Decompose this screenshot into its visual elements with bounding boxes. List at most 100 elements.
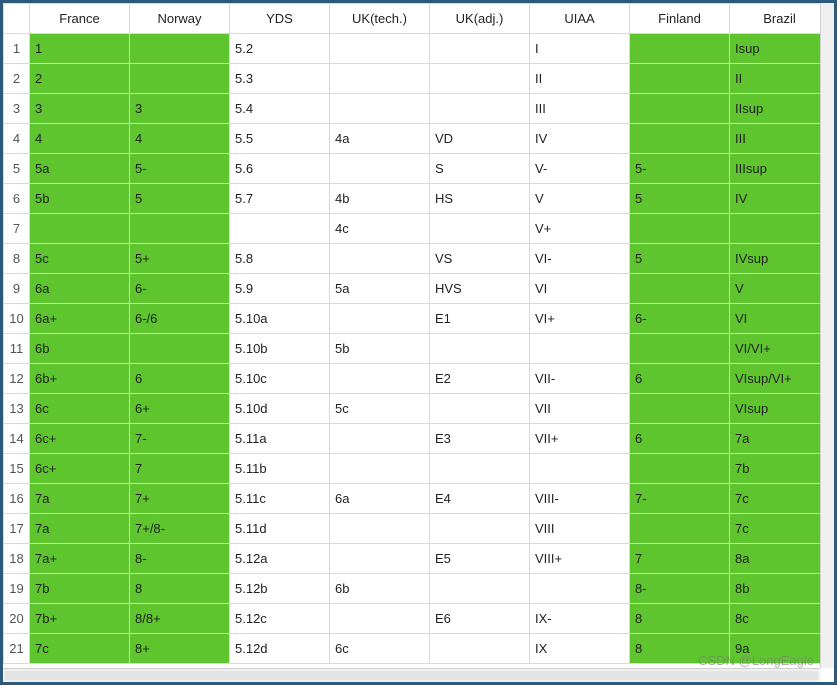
row-number[interactable]: 18	[4, 544, 30, 574]
cell-yds[interactable]: 5.10b	[230, 334, 330, 364]
cell-uiaa[interactable]: VI	[530, 274, 630, 304]
cell-ukadj[interactable]: E2	[430, 364, 530, 394]
cell-norway[interactable]: 6	[130, 364, 230, 394]
cell-ukadj[interactable]: VD	[430, 124, 530, 154]
cell-france[interactable]: 5b	[30, 184, 130, 214]
cell-ukadj[interactable]: HVS	[430, 274, 530, 304]
cell-uktech[interactable]	[330, 154, 430, 184]
cell-finland[interactable]	[630, 334, 730, 364]
cell-france[interactable]: 7a	[30, 484, 130, 514]
cell-france[interactable]: 7b	[30, 574, 130, 604]
cell-uiaa[interactable]: VIII+	[530, 544, 630, 574]
cell-norway[interactable]: 7	[130, 454, 230, 484]
cell-yds[interactable]: 5.10c	[230, 364, 330, 394]
cell-norway[interactable]: 8	[130, 574, 230, 604]
cell-ukadj[interactable]	[430, 34, 530, 64]
row-number[interactable]: 15	[4, 454, 30, 484]
cell-uktech[interactable]: 4b	[330, 184, 430, 214]
cell-yds[interactable]: 5.12d	[230, 634, 330, 664]
cell-finland[interactable]: 6	[630, 364, 730, 394]
cell-uktech[interactable]	[330, 94, 430, 124]
row-number[interactable]: 16	[4, 484, 30, 514]
row-number[interactable]: 3	[4, 94, 30, 124]
cell-uiaa[interactable]: IX-	[530, 604, 630, 634]
cell-yds[interactable]: 5.12b	[230, 574, 330, 604]
col-header-ukadj[interactable]: UK(adj.)	[430, 4, 530, 34]
col-header-norway[interactable]: Norway	[130, 4, 230, 34]
cell-brazil[interactable]: VI/VI+	[730, 334, 830, 364]
cell-yds[interactable]: 5.3	[230, 64, 330, 94]
row-number[interactable]: 17	[4, 514, 30, 544]
cell-uiaa[interactable]: V+	[530, 214, 630, 244]
cell-uktech[interactable]: 5a	[330, 274, 430, 304]
cell-yds[interactable]: 5.5	[230, 124, 330, 154]
cell-uiaa[interactable]: IX	[530, 634, 630, 664]
cell-norway[interactable]: 4	[130, 124, 230, 154]
cell-uktech[interactable]: 4c	[330, 214, 430, 244]
cell-uiaa[interactable]: VII	[530, 394, 630, 424]
cell-brazil[interactable]: V	[730, 274, 830, 304]
cell-france[interactable]: 6c+	[30, 454, 130, 484]
cell-finland[interactable]: 8	[630, 604, 730, 634]
cell-uiaa[interactable]: VI+	[530, 304, 630, 334]
cell-uiaa[interactable]: II	[530, 64, 630, 94]
cell-uktech[interactable]: 5c	[330, 394, 430, 424]
row-number[interactable]: 8	[4, 244, 30, 274]
cell-france[interactable]: 7c	[30, 634, 130, 664]
cell-norway[interactable]	[130, 214, 230, 244]
cell-norway[interactable]	[130, 64, 230, 94]
cell-uktech[interactable]	[330, 514, 430, 544]
cell-uktech[interactable]	[330, 244, 430, 274]
cell-ukadj[interactable]	[430, 514, 530, 544]
cell-uktech[interactable]: 6c	[330, 634, 430, 664]
cell-ukadj[interactable]	[430, 94, 530, 124]
cell-norway[interactable]: 5	[130, 184, 230, 214]
col-header-finland[interactable]: Finland	[630, 4, 730, 34]
cell-ukadj[interactable]	[430, 454, 530, 484]
col-header-uktech[interactable]: UK(tech.)	[330, 4, 430, 34]
cell-finland[interactable]: 6	[630, 424, 730, 454]
cell-ukadj[interactable]: HS	[430, 184, 530, 214]
cell-uiaa[interactable]: V	[530, 184, 630, 214]
row-number[interactable]: 13	[4, 394, 30, 424]
cell-france[interactable]: 6c+	[30, 424, 130, 454]
cell-finland[interactable]: 7-	[630, 484, 730, 514]
cell-brazil[interactable]: 8b	[730, 574, 830, 604]
cell-uktech[interactable]	[330, 304, 430, 334]
row-number[interactable]: 1	[4, 34, 30, 64]
cell-finland[interactable]: 6-	[630, 304, 730, 334]
cell-yds[interactable]	[230, 214, 330, 244]
cell-ukadj[interactable]	[430, 334, 530, 364]
cell-finland[interactable]	[630, 394, 730, 424]
cell-brazil[interactable]: IIsup	[730, 94, 830, 124]
cell-uiaa[interactable]	[530, 334, 630, 364]
cell-uktech[interactable]: 6b	[330, 574, 430, 604]
col-header-france[interactable]: France	[30, 4, 130, 34]
row-number[interactable]: 11	[4, 334, 30, 364]
cell-norway[interactable]: 5+	[130, 244, 230, 274]
cell-brazil[interactable]: 7c	[730, 484, 830, 514]
cell-france[interactable]	[30, 214, 130, 244]
cell-yds[interactable]: 5.11a	[230, 424, 330, 454]
cell-uktech[interactable]	[330, 34, 430, 64]
cell-norway[interactable]: 5-	[130, 154, 230, 184]
cell-uiaa[interactable]: VI-	[530, 244, 630, 274]
cell-finland[interactable]	[630, 94, 730, 124]
cell-uiaa[interactable]	[530, 454, 630, 484]
cell-uktech[interactable]: 5b	[330, 334, 430, 364]
row-number[interactable]: 7	[4, 214, 30, 244]
cell-brazil[interactable]: 7a	[730, 424, 830, 454]
cell-brazil[interactable]: III	[730, 124, 830, 154]
cell-uktech[interactable]	[330, 64, 430, 94]
cell-uktech[interactable]	[330, 424, 430, 454]
cell-yds[interactable]: 5.11b	[230, 454, 330, 484]
cell-france[interactable]: 6b	[30, 334, 130, 364]
cell-norway[interactable]: 6+	[130, 394, 230, 424]
cell-norway[interactable]: 7+/8-	[130, 514, 230, 544]
row-number[interactable]: 10	[4, 304, 30, 334]
corner-cell[interactable]	[4, 4, 30, 34]
row-number[interactable]: 6	[4, 184, 30, 214]
cell-france[interactable]: 6b+	[30, 364, 130, 394]
row-number[interactable]: 4	[4, 124, 30, 154]
cell-france[interactable]: 6a	[30, 274, 130, 304]
